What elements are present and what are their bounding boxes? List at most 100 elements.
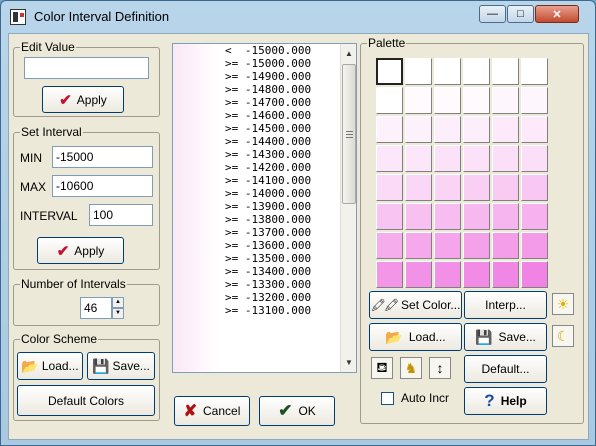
palette-swatch[interactable] xyxy=(434,261,461,288)
default-colors-button[interactable]: Default Colors xyxy=(17,385,155,416)
palette-swatch[interactable] xyxy=(463,232,490,259)
edit-value-input[interactable] xyxy=(24,57,149,79)
auto-incr-checkbox[interactable] xyxy=(381,392,394,405)
interval-list-item[interactable]: >= -14200.000 xyxy=(173,161,356,174)
set-interval-apply-button[interactable]: ✔ Apply xyxy=(37,237,124,264)
palette-swatch[interactable] xyxy=(492,261,519,288)
palette-swatch[interactable] xyxy=(376,58,403,85)
edit-value-apply-button[interactable]: ✔ Apply xyxy=(42,86,124,113)
palette-swatch[interactable] xyxy=(521,58,548,85)
interp-button[interactable]: Interp... xyxy=(464,291,547,319)
palette-swatch[interactable] xyxy=(376,174,403,201)
palette-load-button[interactable]: 📂 Load... xyxy=(369,323,462,351)
palette-swatch[interactable] xyxy=(492,232,519,259)
interval-list[interactable]: < -15000.000 >= -15000.000 >= -14900.000 >=… xyxy=(172,43,357,373)
minimize-button[interactable]: — xyxy=(479,5,506,23)
palette-swatch[interactable] xyxy=(521,116,548,143)
close-button[interactable]: ✕ xyxy=(535,5,579,23)
interval-list-item[interactable]: >= -13900.000 xyxy=(173,200,356,213)
interval-list-item[interactable]: >= -14900.000 xyxy=(173,70,356,83)
paint-bucket-icon[interactable]: ⛾ xyxy=(371,357,393,379)
interval-list-item[interactable]: >= -14000.000 xyxy=(173,187,356,200)
palette-swatch[interactable] xyxy=(376,116,403,143)
palette-swatch[interactable] xyxy=(376,145,403,172)
palette-swatch[interactable] xyxy=(434,174,461,201)
help-button[interactable]: ? Help xyxy=(464,387,547,415)
interval-list-item[interactable]: >= -14300.000 xyxy=(173,148,356,161)
palette-swatch[interactable] xyxy=(405,116,432,143)
palette-swatch[interactable] xyxy=(405,145,432,172)
palette-swatch[interactable] xyxy=(434,58,461,85)
palette-swatch[interactable] xyxy=(492,203,519,230)
interval-list-item[interactable]: < -15000.000 xyxy=(173,44,356,57)
interval-list-item[interactable]: >= -13200.000 xyxy=(173,291,356,304)
maximize-button[interactable]: □ xyxy=(507,5,534,23)
interval-list-item[interactable]: >= -14500.000 xyxy=(173,122,356,135)
palette-swatch[interactable] xyxy=(463,116,490,143)
palette-swatch[interactable] xyxy=(492,116,519,143)
set-color-button[interactable]: 🖍🖍 Set Color... xyxy=(369,291,462,319)
interval-input[interactable] xyxy=(89,204,153,226)
interval-list-item[interactable]: >= -13300.000 xyxy=(173,278,356,291)
palette-swatch[interactable] xyxy=(492,174,519,201)
interval-list-item[interactable]: >= -13500.000 xyxy=(173,252,356,265)
palette-swatch[interactable] xyxy=(405,203,432,230)
interval-list-item[interactable]: >= -14600.000 xyxy=(173,109,356,122)
palette-swatch[interactable] xyxy=(521,261,548,288)
palette-swatch[interactable] xyxy=(434,232,461,259)
palette-swatch[interactable] xyxy=(434,87,461,114)
ok-button[interactable]: ✔ OK xyxy=(259,396,335,426)
cancel-button[interactable]: ✘ Cancel xyxy=(174,396,250,426)
palette-swatch[interactable] xyxy=(434,203,461,230)
palette-swatch[interactable] xyxy=(463,203,490,230)
palette-swatch[interactable] xyxy=(405,58,432,85)
palette-swatch[interactable] xyxy=(463,87,490,114)
palette-swatch[interactable] xyxy=(521,232,548,259)
palette-swatch[interactable] xyxy=(405,174,432,201)
max-input[interactable] xyxy=(52,175,153,197)
palette-swatch[interactable] xyxy=(463,174,490,201)
interval-list-item[interactable]: >= -14100.000 xyxy=(173,174,356,187)
list-scrollbar[interactable]: ▲ ▼ xyxy=(340,44,356,372)
sun-icon[interactable]: ☀ xyxy=(552,293,574,315)
palette-save-button[interactable]: 💾 Save... xyxy=(464,323,547,351)
palette-swatch[interactable] xyxy=(405,232,432,259)
palette-swatch[interactable] xyxy=(521,203,548,230)
palette-swatch[interactable] xyxy=(376,232,403,259)
palette-swatch[interactable] xyxy=(434,116,461,143)
interval-list-item[interactable]: >= -13600.000 xyxy=(173,239,356,252)
palette-swatch[interactable] xyxy=(463,58,490,85)
vertical-arrows-icon[interactable]: ↕ xyxy=(429,357,451,379)
palette-swatch[interactable] xyxy=(376,87,403,114)
scroll-thumb[interactable] xyxy=(342,64,356,204)
moon-icon[interactable]: ☾ xyxy=(552,325,574,347)
palette-swatch[interactable] xyxy=(463,145,490,172)
palette-swatch[interactable] xyxy=(376,261,403,288)
spin-down-button[interactable]: ▼ xyxy=(112,308,124,319)
palette-swatch[interactable] xyxy=(376,203,403,230)
palette-swatch[interactable] xyxy=(434,145,461,172)
palette-default-button[interactable]: Default... xyxy=(464,355,547,383)
palette-swatch[interactable] xyxy=(492,58,519,85)
palette-swatch[interactable] xyxy=(405,87,432,114)
paint-figure-icon[interactable]: ♞ xyxy=(400,357,422,379)
palette-swatch[interactable] xyxy=(463,261,490,288)
interval-list-item[interactable]: >= -15000.000 xyxy=(173,57,356,70)
interval-list-item[interactable]: >= -14700.000 xyxy=(173,96,356,109)
interval-list-item[interactable]: >= -13800.000 xyxy=(173,213,356,226)
interval-list-item[interactable]: >= -14800.000 xyxy=(173,83,356,96)
interval-list-item[interactable]: >= -13400.000 xyxy=(173,265,356,278)
palette-swatch[interactable] xyxy=(521,87,548,114)
palette-swatch[interactable] xyxy=(521,174,548,201)
palette-swatch[interactable] xyxy=(492,87,519,114)
title-bar[interactable]: Color Interval Definition — □ ✕ xyxy=(1,1,595,33)
interval-list-item[interactable]: >= -13700.000 xyxy=(173,226,356,239)
palette-swatch[interactable] xyxy=(521,145,548,172)
min-input[interactable] xyxy=(52,146,153,168)
interval-list-item[interactable]: >= -14400.000 xyxy=(173,135,356,148)
interval-list-item[interactable]: >= -13100.000 xyxy=(173,304,356,317)
palette-swatch[interactable] xyxy=(492,145,519,172)
scheme-load-button[interactable]: 📂 Load... xyxy=(17,352,83,380)
scheme-save-button[interactable]: 💾 Save... xyxy=(87,352,155,380)
palette-swatch[interactable] xyxy=(405,261,432,288)
